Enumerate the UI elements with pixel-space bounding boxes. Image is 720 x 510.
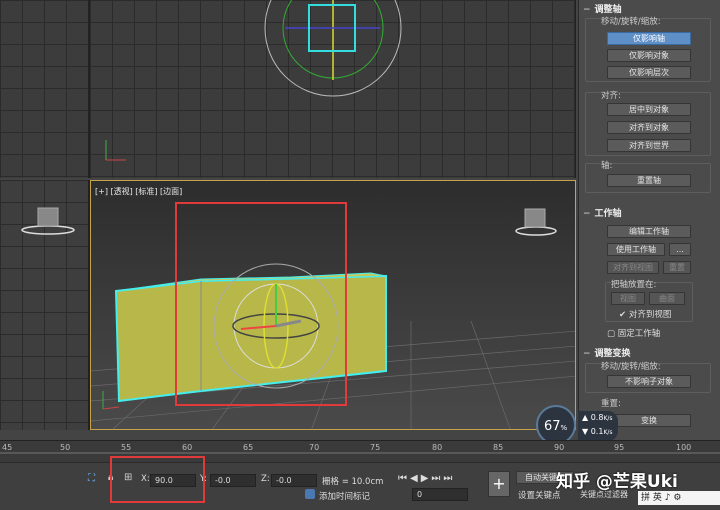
lock-working-pivot-label: 固定工作轴	[617, 329, 661, 339]
tick-label: 90	[554, 443, 565, 452]
current-frame-field[interactable]: 0	[412, 488, 468, 501]
group-label-align: 对齐:	[601, 91, 621, 101]
ime-toolbar[interactable]: 拼 英 ♪ ⚙	[638, 491, 720, 505]
tick-label: 45	[2, 443, 13, 452]
set-key-plus-icon[interactable]: +	[488, 471, 510, 497]
center-to-object-button[interactable]: 居中到对象	[607, 103, 691, 116]
tick-label: 75	[370, 443, 381, 452]
use-working-pivot-button[interactable]: 使用工作轴	[607, 243, 665, 256]
z-label: Z:	[261, 474, 270, 484]
affect-hierarchy-only-button[interactable]: 仅影响层次	[607, 66, 691, 79]
tick-label: 70	[309, 443, 320, 452]
time-tag-icon[interactable]	[305, 489, 315, 499]
playback-controls[interactable]: ⏮◀▶⏭⏭	[398, 473, 455, 484]
set-key-button[interactable]: 设置关键点	[518, 489, 561, 501]
affect-object-only-button[interactable]: 仅影响对象	[607, 49, 691, 62]
group-label-reset: 重置:	[601, 399, 621, 409]
group-label-move: 移动/旋转/缩放:	[601, 17, 661, 27]
dont-affect-children-button[interactable]: 不影响子对象	[607, 375, 691, 388]
tick-label: 100	[676, 443, 692, 452]
command-panel: 调整轴 移动/旋转/缩放: 仅影响轴 仅影响对象 仅影响层次 对齐: 居中到对象…	[578, 0, 720, 440]
edit-working-pivot-button[interactable]: 编辑工作轴	[607, 225, 691, 238]
selection-lock-icon[interactable]: ⛶	[88, 473, 95, 484]
place-surface-button[interactable]: 曲面	[649, 292, 685, 305]
watermark-text: 知乎 @芒果Uki	[556, 472, 678, 492]
y-coordinate-field[interactable]: -0.0	[210, 474, 256, 487]
axis-tripod-icon	[0, 0, 90, 178]
align-to-world-button[interactable]: 对齐到世界	[607, 139, 691, 152]
rollout-working-pivot[interactable]: 工作轴	[583, 206, 715, 219]
place-view-button[interactable]: 视图	[611, 292, 645, 305]
tick-label: 60	[182, 443, 193, 452]
download-rate: ▼ 0.1K/s	[582, 427, 613, 436]
status-bar: ⛶ 🔒︎ ⊞ X: 90.0 Y: -0.0 Z: -0.0 栅格 = 10.0…	[0, 462, 720, 510]
viewport-left-bottom[interactable]	[0, 180, 90, 430]
reset-working-pivot-button[interactable]: 重置	[663, 261, 691, 274]
reset-transform-button[interactable]: 变换	[607, 414, 691, 427]
timeline-ticks	[0, 452, 720, 454]
align-to-view-checkbox-label: 对齐到视图	[628, 310, 672, 320]
grid-size-text: 栅格 = 10.0cm	[322, 477, 384, 487]
perf-gauge: 67%	[536, 405, 576, 445]
net-speed-panel: ▲ 0.8K/s ▼ 0.1K/s	[578, 411, 618, 441]
upload-rate: ▲ 0.8K/s	[582, 413, 613, 422]
perf-percent: 67%	[544, 419, 568, 434]
align-to-view-button[interactable]: 对齐到视图	[607, 261, 659, 274]
tick-label: 50	[60, 443, 71, 452]
working-pivot-more-button[interactable]: ...	[669, 243, 691, 256]
tick-label: 85	[493, 443, 504, 452]
group-label-pivot: 轴:	[601, 161, 613, 171]
viewport-top[interactable]	[90, 0, 576, 178]
reset-pivot-button[interactable]: 重置轴	[607, 174, 691, 187]
viewcube-icon	[21, 207, 75, 235]
tick-label: 95	[614, 443, 625, 452]
highlight-rect-coordinates	[110, 456, 205, 503]
lock-working-pivot-checkbox[interactable]: ▢ 固定工作轴	[607, 327, 660, 339]
affect-pivot-only-button[interactable]: 仅影响轴	[607, 32, 691, 45]
rollout-adjust-transform[interactable]: 调整变换	[583, 346, 715, 359]
timeline-ruler[interactable]: 45 50 55 60 65 70 75 80 85 90 95 100	[0, 440, 720, 462]
highlight-rect-viewport	[175, 202, 347, 406]
align-to-object-button[interactable]: 对齐到对象	[607, 121, 691, 134]
tick-label: 65	[243, 443, 254, 452]
viewport-left-top[interactable]	[0, 0, 90, 178]
align-to-view-checkbox[interactable]: ✔ 对齐到视图	[619, 308, 671, 320]
tick-label: 55	[121, 443, 132, 452]
group-label-transform-move: 移动/旋转/缩放:	[601, 362, 661, 372]
group-label-place-pivot: 把轴放置在:	[611, 280, 657, 290]
top-view-gizmo	[105, 0, 402, 161]
rollout-adjust-pivot[interactable]: 调整轴	[583, 2, 715, 15]
z-coordinate-field[interactable]: -0.0	[271, 474, 317, 487]
add-time-tag-button[interactable]: 添加时间标记	[319, 490, 370, 502]
tick-label: 80	[432, 443, 443, 452]
